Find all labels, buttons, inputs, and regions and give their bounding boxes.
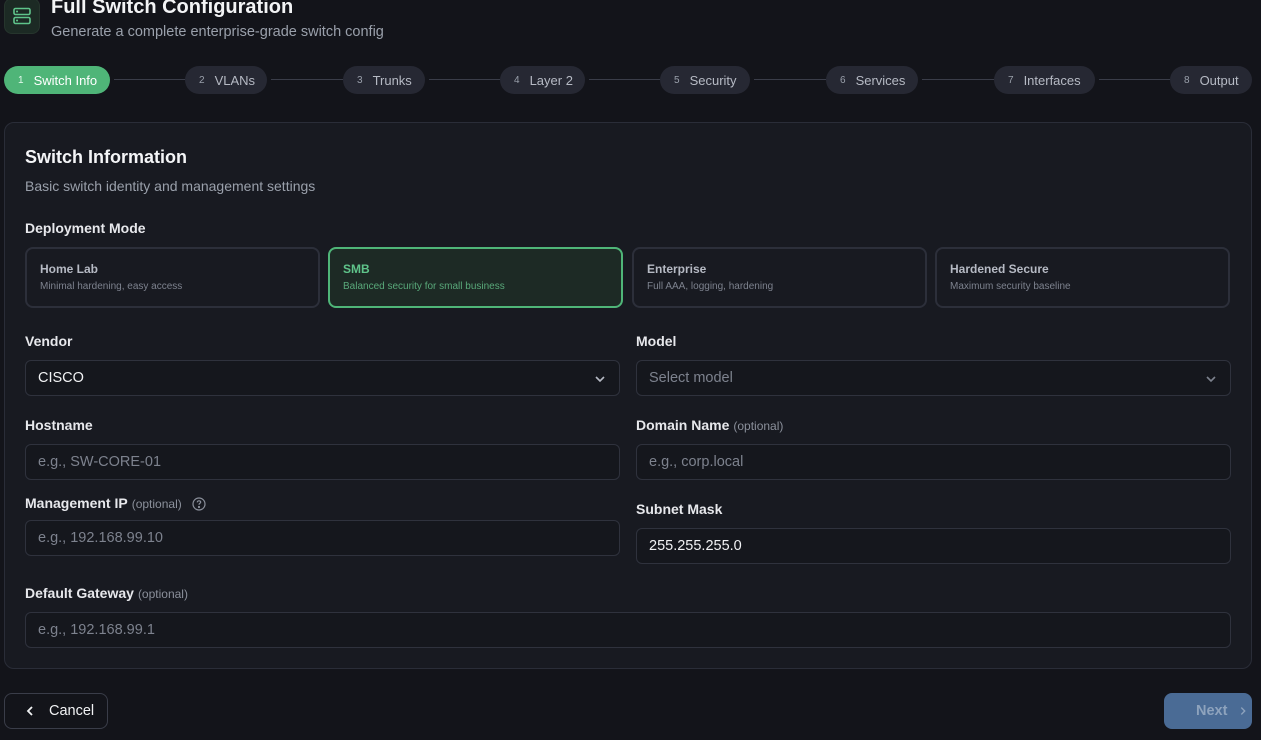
subnet-mask-input[interactable] — [636, 528, 1231, 564]
cancel-label: Cancel — [49, 703, 95, 719]
mode-title: Enterprise — [647, 262, 707, 276]
mode-smb[interactable]: SMB Balanced security for small business — [328, 247, 623, 308]
step-label: VLANs — [214, 72, 256, 88]
deployment-mode-label: Deployment Mode — [25, 220, 146, 236]
domain-name-label: Domain Name (optional) — [636, 417, 783, 433]
optional-tag: (optional) — [131, 497, 182, 511]
vendor-label: Vendor — [25, 333, 73, 349]
cancel-button[interactable]: Cancel — [4, 693, 108, 729]
domain-name-input[interactable] — [636, 444, 1231, 480]
step-connector — [1099, 79, 1170, 80]
step-label: Services — [855, 72, 906, 88]
step-number: 4 — [514, 74, 520, 86]
step-label: Layer 2 — [529, 72, 573, 88]
mode-description: Full AAA, logging, hardening — [647, 281, 774, 292]
management-ip-input[interactable] — [25, 520, 620, 556]
mode-description: Balanced security for small business — [343, 281, 505, 292]
step-connector — [429, 79, 500, 80]
default-gateway-label-text: Default Gateway — [25, 585, 134, 601]
switch-info-card: Switch Information Basic switch identity… — [4, 122, 1252, 669]
step-connector — [114, 79, 185, 80]
step-label: Security — [689, 72, 737, 88]
default-gateway-input[interactable] — [25, 612, 1231, 648]
help-circle-icon[interactable] — [192, 497, 206, 511]
mode-description: Maximum security baseline — [950, 281, 1071, 292]
model-placeholder: Select model — [649, 370, 733, 386]
wizard-stepper: 1 Switch Info 2 VLANs 3 Trunks 4 Layer 2… — [4, 66, 1252, 94]
mode-title: Home Lab — [40, 262, 99, 276]
card-description: Basic switch identity and management set… — [25, 178, 316, 194]
mode-title: Hardened Secure — [950, 262, 1049, 276]
step-connector — [922, 79, 994, 80]
management-ip-label-text: Management IP — [25, 495, 128, 511]
step-output[interactable]: 8 Output — [1170, 66, 1252, 94]
management-ip-label: Management IP (optional) — [25, 495, 206, 511]
step-number: 1 — [18, 74, 24, 86]
model-select[interactable]: Select model — [636, 360, 1231, 396]
step-number: 2 — [199, 74, 205, 86]
step-number: 6 — [840, 74, 846, 86]
mode-home-lab[interactable]: Home Lab Minimal hardening, easy access — [25, 247, 320, 308]
subnet-mask-label: Subnet Mask — [636, 501, 723, 517]
step-switch-info[interactable]: 1 Switch Info — [4, 66, 110, 94]
server-icon — [4, 0, 40, 34]
step-number: 3 — [357, 74, 363, 86]
page-title: Full Switch Configuration — [51, 0, 294, 18]
vendor-value: CISCO — [38, 370, 84, 386]
hostname-input[interactable] — [25, 444, 620, 480]
chevron-down-icon — [1206, 376, 1216, 383]
hostname-label: Hostname — [25, 417, 93, 433]
card-title: Switch Information — [25, 147, 187, 167]
step-security[interactable]: 5 Security — [660, 66, 750, 94]
model-label: Model — [636, 333, 677, 349]
step-layer-2[interactable]: 4 Layer 2 — [500, 66, 585, 94]
domain-name-label-text: Domain Name — [636, 417, 730, 433]
step-label: Trunks — [372, 72, 412, 88]
mode-title: SMB — [343, 262, 370, 276]
page-header: Full Switch Configuration Generate a com… — [4, 0, 384, 40]
mode-hardened-secure[interactable]: Hardened Secure Maximum security baselin… — [935, 247, 1230, 308]
step-connector — [589, 79, 660, 80]
step-trunks[interactable]: 3 Trunks — [343, 66, 425, 94]
optional-tag: (optional) — [137, 587, 188, 601]
step-interfaces[interactable]: 7 Interfaces — [994, 66, 1095, 94]
vendor-select[interactable]: CISCO — [25, 360, 620, 396]
step-number: 5 — [674, 74, 680, 86]
chevron-down-icon — [595, 376, 605, 383]
next-button[interactable]: Next — [1164, 693, 1252, 729]
chevron-right-icon — [1241, 707, 1247, 715]
step-label: Interfaces — [1023, 72, 1081, 88]
step-number: 8 — [1184, 74, 1190, 86]
default-gateway-label: Default Gateway (optional) — [25, 585, 188, 601]
step-services[interactable]: 6 Services — [826, 66, 918, 94]
step-label: Output — [1199, 72, 1239, 88]
step-vlans[interactable]: 2 VLANs — [185, 66, 267, 94]
next-label: Next — [1196, 703, 1228, 719]
step-number: 7 — [1008, 74, 1014, 86]
mode-enterprise[interactable]: Enterprise Full AAA, logging, hardening — [632, 247, 927, 308]
step-connector — [271, 79, 343, 80]
step-connector — [754, 79, 826, 80]
optional-tag: (optional) — [733, 419, 784, 433]
chevron-left-icon — [26, 706, 33, 716]
mode-description: Minimal hardening, easy access — [40, 281, 183, 292]
step-label: Switch Info — [33, 72, 98, 88]
page-subtitle: Generate a complete enterprise-grade swi… — [51, 24, 384, 40]
